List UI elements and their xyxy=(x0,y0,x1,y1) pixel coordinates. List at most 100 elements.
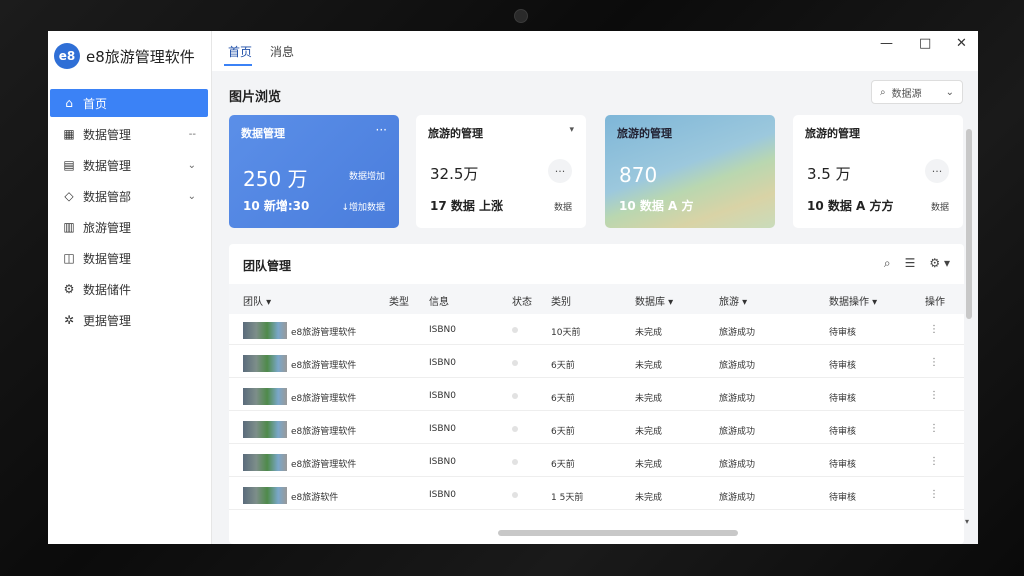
sidebar-item-data-2[interactable]: ▤ 数据管理 ⌄ xyxy=(50,151,208,179)
table-row[interactable]: e8旅游管理软件 ISBN0 6天前 未完成 旅游成功 待审核 ⋮ xyxy=(229,448,964,477)
column-header[interactable]: 数据操作 ▾ xyxy=(829,293,877,308)
camera-icon xyxy=(514,9,528,23)
tab-messages[interactable]: 消息 xyxy=(270,43,294,60)
chevron-down-icon: ⌄ xyxy=(187,159,196,171)
row-operation: 待审核 xyxy=(829,328,857,338)
scroll-down-icon[interactable]: ▾ xyxy=(965,517,969,526)
status-dot xyxy=(512,459,518,465)
drop-icon: ◇ xyxy=(64,189,74,203)
status-dot xyxy=(512,426,518,432)
row-operation: 待审核 xyxy=(829,493,857,503)
row-code: ISBN0 xyxy=(429,391,456,401)
row-flag: 旅游成功 xyxy=(719,361,756,371)
sidebar-item-label: 首页 xyxy=(83,96,108,111)
grid-icon: ▦ xyxy=(63,127,75,141)
column-header[interactable]: 旅游 ▾ xyxy=(719,293,747,308)
team-table-panel: 团队管理 ⌕ ☰ ⚙ ▾ 团队 ▾ 类型 信息 状态 类别 数据库 ▾ 旅游 ▾… xyxy=(229,244,964,544)
row-operation: 待审核 xyxy=(829,394,857,404)
minimize-icon[interactable]: — xyxy=(880,36,893,51)
row-operation: 待审核 xyxy=(829,460,857,470)
table-row[interactable]: e8旅游管理软件 ISBN0 6天前 未完成 旅游成功 待审核 ⋮ xyxy=(229,349,964,378)
sidebar-item-label: 数据管理 xyxy=(83,251,132,266)
card-footer-right: ↓增加数据 xyxy=(341,203,385,213)
row-code: ISBN0 xyxy=(429,490,456,500)
row-more-icon[interactable]: ⋮ xyxy=(929,357,939,368)
card-value: 870 xyxy=(619,163,658,187)
collapse-icon: -- xyxy=(188,128,196,140)
filter-icon[interactable]: ⚙ ▾ xyxy=(929,256,950,271)
home-icon: ⌂ xyxy=(65,96,73,110)
table-row[interactable]: e8旅游管理软件 ISBN0 10天前 未完成 旅游成功 待审核 ⋮ xyxy=(229,316,964,345)
stat-card-3-map[interactable]: 旅游的管理 870 10 数据 A 方 xyxy=(605,115,775,228)
card-footer: 17 数据 上涨 xyxy=(430,199,504,213)
horizontal-scrollbar[interactable] xyxy=(498,530,738,536)
sidebar-item-data-3[interactable]: ◇ 数据管部 ⌄ xyxy=(50,182,208,210)
sidebar-item-data-1[interactable]: ▦ 数据管理 -- xyxy=(50,120,208,148)
top-bar xyxy=(212,31,978,71)
row-name: e8旅游管理软件 xyxy=(291,328,357,338)
column-header[interactable]: 信息 xyxy=(429,293,449,308)
search-icon[interactable]: ⌕ xyxy=(884,256,891,271)
table-row[interactable]: e8旅游软件 ISBN0 1 5天前 未完成 旅游成功 待审核 ⋮ xyxy=(229,481,964,510)
card-footer: 10 新增:30 xyxy=(243,199,310,213)
row-more-icon[interactable]: ⋮ xyxy=(929,390,939,401)
row-thumbnail xyxy=(243,421,287,438)
maximize-icon[interactable]: □ xyxy=(919,36,931,51)
card-value: 3.5 万 xyxy=(807,165,851,183)
status-dot xyxy=(512,492,518,498)
sidebar: e8 e8旅游管理软件 ⌂ 首页 ▦ 数据管理 -- ▤ 数据管理 ⌄ ◇ 数据… xyxy=(48,31,212,544)
row-thumbnail xyxy=(243,388,287,405)
row-code: ISBN0 xyxy=(429,325,456,335)
status-dot xyxy=(512,393,518,399)
sidebar-item-label: 数据管理 xyxy=(83,158,132,173)
stat-card-4[interactable]: 旅游的管理 3.5 万 ··· 10 数据 A 方方 数据 xyxy=(793,115,963,228)
status-dot xyxy=(512,360,518,366)
caret-down-icon[interactable]: ▾ xyxy=(569,125,574,135)
sidebar-item-travel[interactable]: ▥ 旅游管理 xyxy=(50,213,208,241)
sidebar-item-settings[interactable]: ✲ 更据管理 xyxy=(50,306,208,334)
row-date: 6天前 xyxy=(551,427,575,437)
column-header[interactable]: 状态 xyxy=(512,293,532,308)
row-type: 未完成 xyxy=(635,394,663,404)
column-header[interactable]: 类型 xyxy=(389,293,409,308)
close-icon[interactable]: ✕ xyxy=(956,36,967,51)
card-footer: 10 数据 A 方 xyxy=(619,199,694,213)
card-title: 旅游的管理 xyxy=(617,127,672,140)
card-title: 旅游的管理 xyxy=(428,127,483,140)
sidebar-item-home[interactable]: ⌂ 首页 xyxy=(50,89,208,117)
vertical-scrollbar[interactable] xyxy=(966,129,972,319)
column-header[interactable]: 数据库 ▾ xyxy=(635,293,673,308)
column-header[interactable]: 操作 xyxy=(925,293,945,308)
list-icon[interactable]: ☰ xyxy=(905,256,916,271)
data-source-dropdown[interactable]: ⌕ 数据源 ⌄ xyxy=(871,80,963,104)
active-tab-indicator xyxy=(224,64,252,66)
row-more-icon[interactable]: ⋮ xyxy=(929,324,939,335)
sidebar-item-label: 更据管理 xyxy=(83,313,132,328)
tab-home[interactable]: 首页 xyxy=(228,43,252,60)
row-operation: 待审核 xyxy=(829,361,857,371)
chevron-down-icon: ⌄ xyxy=(945,86,954,98)
row-date: 1 5天前 xyxy=(551,493,584,503)
column-header[interactable]: 类别 xyxy=(551,293,571,308)
column-header[interactable]: 团队 ▾ xyxy=(243,293,271,308)
table-row[interactable]: e8旅游管理软件 ISBN0 6天前 未完成 旅游成功 待审核 ⋮ xyxy=(229,382,964,411)
card-icon: ▤ xyxy=(63,158,75,172)
sidebar-item-storage[interactable]: ⚙ 数据储件 xyxy=(50,275,208,303)
row-thumbnail xyxy=(243,487,287,504)
stat-card-2[interactable]: 旅游的管理 ▾ 32.5万 ··· 17 数据 上涨 数据 xyxy=(416,115,586,228)
sidebar-item-label: 数据储件 xyxy=(83,282,132,297)
stat-card-1[interactable]: 数据管理 ··· 250 万 数据增加 10 新增:30 ↓增加数据 xyxy=(229,115,399,228)
row-more-icon[interactable]: ⋮ xyxy=(929,456,939,467)
more-icon[interactable]: ··· xyxy=(376,123,387,137)
row-code: ISBN0 xyxy=(429,358,456,368)
sidebar-item-data-5[interactable]: ◫ 数据管理 xyxy=(50,244,208,272)
table-row[interactable]: e8旅游管理软件 ISBN0 6天前 未完成 旅游成功 待审核 ⋮ xyxy=(229,415,964,444)
row-type: 未完成 xyxy=(635,427,663,437)
more-icon[interactable]: ··· xyxy=(548,159,572,183)
row-more-icon[interactable]: ⋮ xyxy=(929,423,939,434)
more-icon[interactable]: ··· xyxy=(925,159,949,183)
card-footer-right: 数据 xyxy=(553,203,572,213)
row-more-icon[interactable]: ⋮ xyxy=(929,489,939,500)
row-thumbnail xyxy=(243,355,287,372)
row-flag: 旅游成功 xyxy=(719,427,756,437)
